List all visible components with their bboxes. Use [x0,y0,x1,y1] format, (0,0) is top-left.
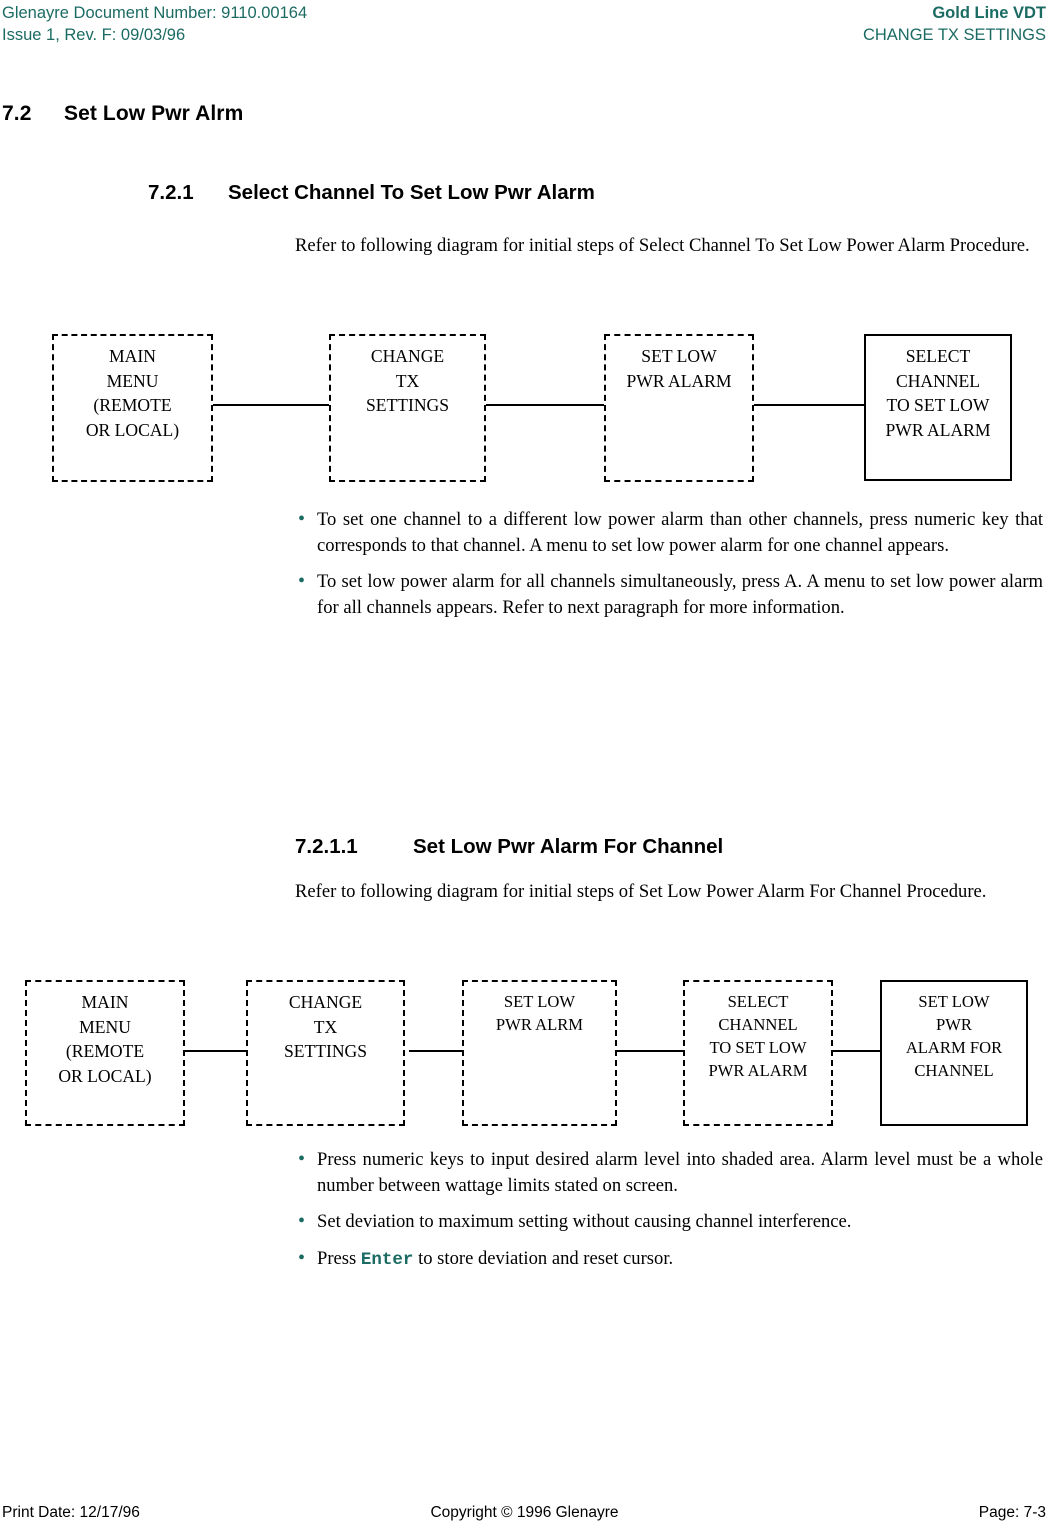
page-footer: Print Date: 12/17/96 Copyright © 1996 Gl… [0,1503,1049,1525]
list-item-text: To set one channel to a different low po… [317,509,1043,556]
list-item-text: Press numeric keys to input desired alar… [317,1149,1043,1196]
section-title-7-2-1-1: Set Low Pwr Alarm For Channel [413,835,724,859]
section-heading-7-2-1-1: 7.2.1.1 Set Low Pwr Alarm For Channel [295,835,723,859]
section-title-7-2: Set Low Pwr Alrm [64,102,244,126]
section-title-7-2-1: Select Channel To Set Low Pwr Alarm [228,180,595,204]
section-number-7-2: 7.2 [2,102,32,126]
flow-node-select-channel-to-set-low-pwr-alarm[interactable]: SELECT CHANNEL TO SET LOW PWR ALARM [683,980,833,1126]
connector-2-3 [484,404,608,406]
connector-1-2 [208,404,333,406]
connector-1-2 [184,1050,250,1052]
flow-node-main-menu-label: MAIN MENU (REMOTE OR LOCAL) [85,346,180,440]
intro-paragraph-7-2-1: Refer to following diagram for initial s… [295,234,1030,256]
list-item-text: Set deviation to maximum setting without… [317,1211,852,1232]
header-product-name: Gold Line VDT [932,4,1046,22]
list-item: • To set low power alarm for all channel… [295,569,1043,620]
list-item-prefix: Press [317,1247,361,1269]
flow-node-change-tx-settings[interactable]: CHANGE TX SETTINGS [246,980,405,1126]
header-document-number: Glenayre Document Number: 9110.00164 [2,4,308,22]
flow-node-main-menu[interactable]: MAIN MENU (REMOTE OR LOCAL) [52,334,213,482]
connector-3-4 [752,404,867,406]
list-item-suffix: to store deviation and reset cursor. [413,1247,674,1269]
list-item-press-enter: • Press Enter to store deviation and rese… [295,1246,1043,1274]
flow-node-select-channel-to-set-low-pwr-alarm[interactable]: SELECT CHANNEL TO SET LOW PWR ALARM [864,334,1012,481]
list-item-text: To set low power alarm for all channels … [317,571,1043,618]
bullet-dot-icon: • [298,1148,306,1170]
bullet-dot-icon: • [298,1210,306,1232]
section-number-7-2-1-1: 7.2.1.1 [295,835,358,859]
bullet-dot-icon: • [298,570,306,592]
bullet-list-set-low-pwr-alarm: • Press numeric keys to input desired al… [295,1147,1043,1273]
header-right-block: Gold Line VDT CHANGE TX SETTINGS [863,2,1046,46]
intro-paragraph-7-2-1-1: Refer to following diagram for initial s… [295,880,987,902]
bullet-list-select-channel: • To set one channel to a different low … [295,507,1043,620]
list-item: • To set one channel to a different low … [295,507,1043,558]
footer-copyright: Copyright © 1996 Glenayre [430,1504,619,1521]
bullet-dot-icon: • [298,1246,306,1269]
header-chapter-title: CHANGE TX SETTINGS [862,26,1046,44]
enter-key-label: Enter [360,1249,414,1270]
flow-diagram-select-channel: MAIN MENU (REMOTE OR LOCAL) CHANGE TX SE… [0,330,1049,485]
flow-node-main-menu[interactable]: MAIN MENU (REMOTE OR LOCAL) [25,980,185,1126]
flow-node-set-low-pwr-alarm-for-channel-label: SET LOW PWR ALARM FOR CHANNEL [905,992,1003,1080]
flow-node-change-tx-settings[interactable]: CHANGE TX SETTINGS [329,334,486,482]
flow-node-set-low-pwr-alrm-label: SET LOW PWR ALRM [495,992,584,1034]
page-header: Glenayre Document Number: 9110.00164 Iss… [0,0,1049,56]
bullet-dot-icon: • [298,508,306,530]
flow-node-set-low-pwr-alarm-for-channel[interactable]: SET LOW PWR ALARM FOR CHANNEL [880,980,1028,1126]
flow-node-change-tx-settings-label: CHANGE TX SETTINGS [365,346,450,415]
list-item: • Set deviation to maximum setting witho… [295,1209,1043,1235]
header-issue-revision: Issue 1, Rev. F: 09/03/96 [2,26,186,44]
flow-node-set-low-pwr-alrm[interactable]: SET LOW PWR ALRM [462,980,617,1126]
list-item: • Press numeric keys to input desired al… [295,1147,1043,1198]
flow-node-select-channel-to-set-low-pwr-alarm-label: SELECT CHANNEL TO SET LOW PWR ALARM [708,992,808,1080]
connector-3-4 [615,1050,685,1052]
footer-page-number: Page: 7-3 [978,1504,1046,1521]
section-heading-7-2-1: 7.2.1 Select Channel To Set Low Pwr Alarm [148,181,595,205]
header-left-block: Glenayre Document Number: 9110.00164 Iss… [2,2,307,46]
flow-node-select-channel-to-set-low-pwr-alarm-label: SELECT CHANNEL TO SET LOW PWR ALARM [885,346,991,440]
flow-node-main-menu-label: MAIN MENU (REMOTE OR LOCAL) [58,992,152,1086]
flow-node-set-low-pwr-alarm[interactable]: SET LOW PWR ALARM [604,334,754,482]
flow-diagram-set-low-pwr-alarm-for-channel: MAIN MENU (REMOTE OR LOCAL) CHANGE TX SE… [0,976,1049,1131]
flow-node-change-tx-settings-label: CHANGE TX SETTINGS [283,992,368,1061]
flow-node-set-low-pwr-alarm-label: SET LOW PWR ALARM [626,346,732,391]
connector-4-5 [830,1050,882,1052]
section-number-7-2-1: 7.2.1 [148,180,194,204]
section-heading-7-2: 7.2 Set Low Pwr Alrm [2,102,243,126]
